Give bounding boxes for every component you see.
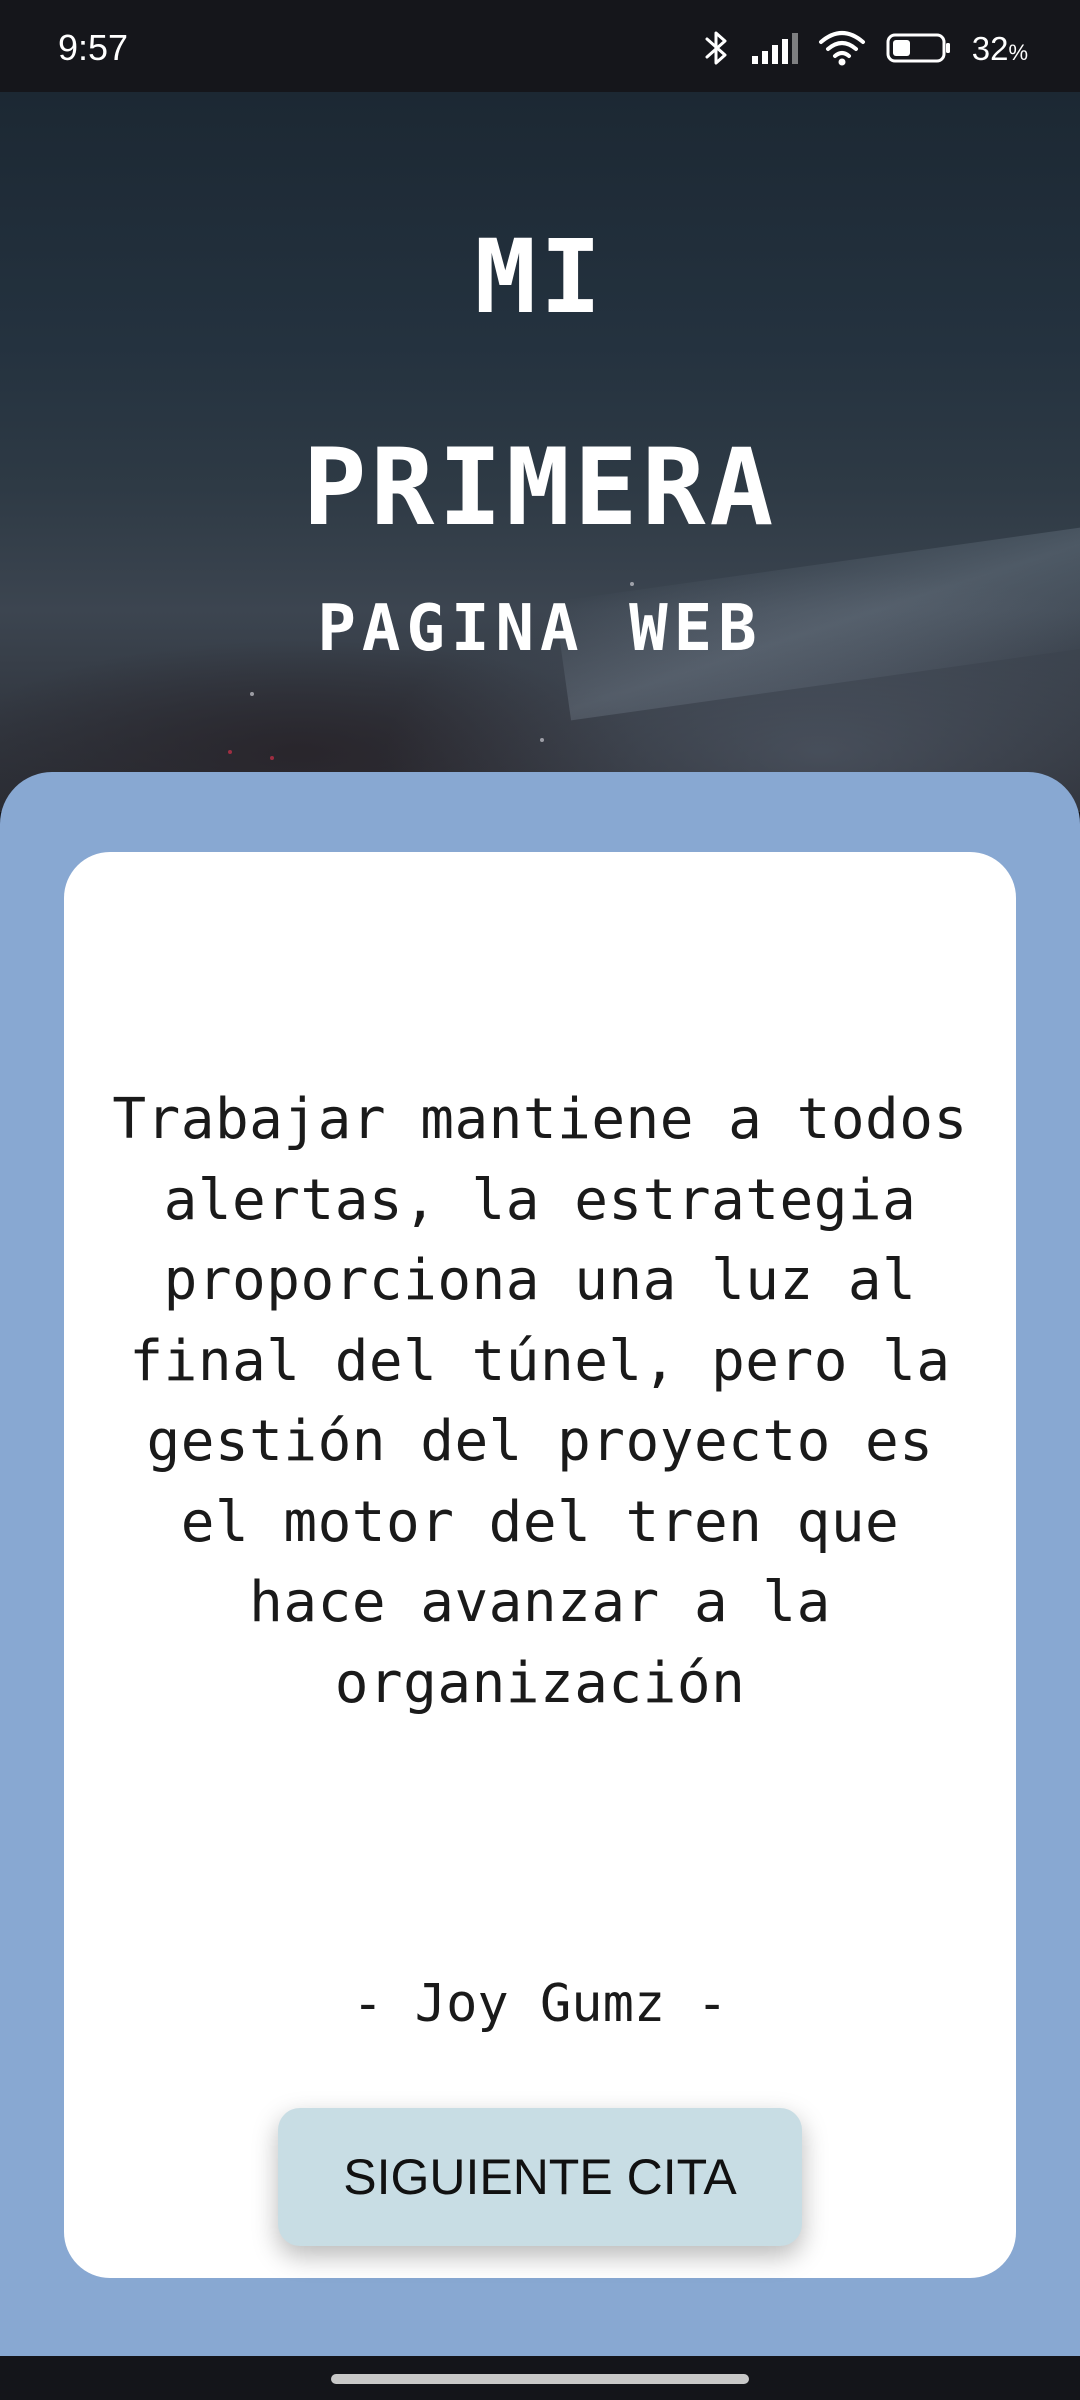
navigation-bar xyxy=(0,2356,1080,2400)
hero-light-dot xyxy=(250,692,254,696)
battery-icon xyxy=(886,32,952,64)
app-screen: 9:57 32% MI PRIMERA PAGINA WEB Trabajar … xyxy=(0,0,1080,2400)
hero-light-dot xyxy=(270,756,274,760)
signal-icon xyxy=(750,32,798,64)
home-indicator[interactable] xyxy=(331,2374,749,2384)
wifi-icon xyxy=(818,30,866,66)
status-bar: 9:57 32% xyxy=(0,0,1080,92)
quote-text: Trabajar mantiene a todos alertas, la es… xyxy=(112,1087,968,1716)
status-icons: 32% xyxy=(704,28,1028,68)
hero-title-line1: MI xyxy=(474,218,606,337)
hero-light-dot xyxy=(228,750,232,754)
battery-percent-value: 32 xyxy=(971,29,1009,67)
hero-title-line2: PRIMERA xyxy=(302,426,778,549)
hero-banner: MI PRIMERA PAGINA WEB xyxy=(0,92,1080,812)
hero-light-dot xyxy=(630,582,634,586)
battery-percent-unit: % xyxy=(1008,39,1028,65)
quote-author: - Joy Gumz - xyxy=(352,1974,728,2034)
bluetooth-icon xyxy=(704,29,730,67)
battery-percentage: 32% xyxy=(972,32,1028,65)
quote-panel: Trabajar mantiene a todos alertas, la es… xyxy=(0,772,1080,2356)
next-quote-button[interactable]: SIGUIENTE CITA xyxy=(278,2108,802,2246)
hero-light-dot xyxy=(540,738,544,742)
status-time: 9:57 xyxy=(58,27,129,68)
hero-subtitle: PAGINA WEB xyxy=(317,592,763,666)
quote-card: Trabajar mantiene a todos alertas, la es… xyxy=(64,852,1016,2278)
